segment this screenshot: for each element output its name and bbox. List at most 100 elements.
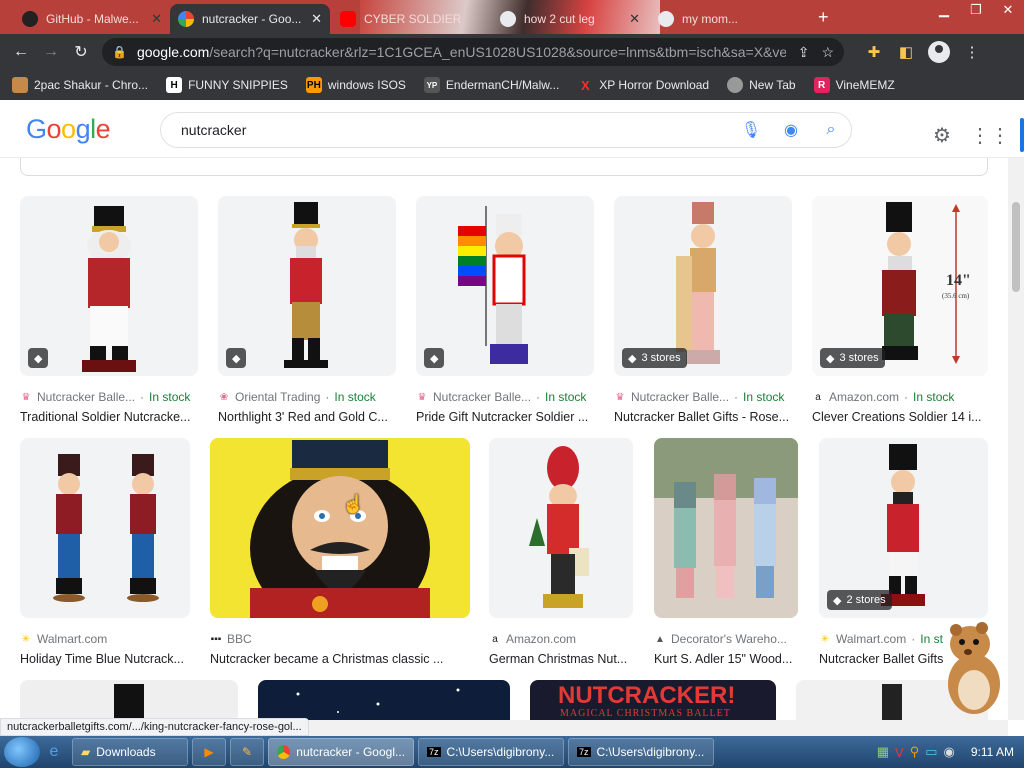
result-title[interactable]: Pride Gift Nutcracker Soldier ... — [416, 410, 594, 424]
bookmark-windows-isos[interactable]: PH windows ISOS — [305, 77, 406, 93]
bookmark-star-icon[interactable]: ☆ — [821, 44, 834, 61]
result-source[interactable]: ❀ Oriental Trading · In stock — [218, 390, 396, 404]
result-source[interactable]: ✳ Walmart.com — [20, 632, 190, 646]
bookmark-label: EndermanCH/Malw... — [445, 78, 560, 92]
h-icon: H — [166, 77, 183, 93]
address-bar[interactable]: 🔒 google.com/search?q=nutcracker&rlz=1C1… — [102, 38, 844, 66]
vertical-scrollbar[interactable] — [1008, 158, 1024, 720]
close-tab-icon[interactable]: ✕ — [623, 11, 640, 27]
result-source[interactable]: ▪▪▪ BBC — [210, 632, 470, 646]
url-text[interactable]: google.com/search?q=nutcracker&rlz=1C1GC… — [137, 44, 786, 60]
result-thumbnail[interactable]: ◆ 2 stores — [819, 438, 988, 618]
minimize-icon[interactable]: ▁ — [932, 2, 956, 18]
result-source[interactable]: a Amazon.com — [489, 632, 633, 646]
taskbar-label: C:\Users\digibrony... — [596, 745, 705, 759]
reload-icon[interactable]: ↻ — [66, 42, 96, 62]
side-panel-icon[interactable]: ◧ — [890, 43, 922, 61]
bookmark-funny-snippies[interactable]: H FUNNY SNIPPIES — [166, 77, 288, 93]
camera-lens-icon[interactable]: ◉ — [771, 120, 811, 140]
bookmark-xp-horror[interactable]: X XP Horror Download — [577, 77, 709, 93]
scrollbar-thumb[interactable] — [1012, 202, 1020, 292]
apps-grid-icon[interactable]: ⋮⋮ — [966, 123, 1014, 148]
tab-cyber-soldier[interactable]: CYBER SOLDIER — [332, 4, 490, 34]
result-title[interactable]: Traditional Soldier Nutcracke... — [20, 410, 198, 424]
tray-volume-icon[interactable]: ◉ — [944, 744, 955, 760]
shopping-tag-icon: ◆ — [226, 348, 247, 368]
ie-icon[interactable]: e — [40, 743, 68, 761]
result-title[interactable]: German Christmas Nut... — [489, 652, 633, 666]
site-favicon-icon: ♛ — [21, 391, 31, 403]
result-source[interactable]: a Amazon.com · In stock — [812, 390, 988, 404]
result-thumbnail[interactable]: 14" (35.6 cm) ◆ 3 stores — [812, 196, 988, 376]
bookmark-2pac[interactable]: 2pac Shakur - Chro... — [12, 77, 148, 93]
sign-in-button-edge[interactable] — [1020, 118, 1024, 152]
extensions-icon[interactable]: ✚ — [858, 43, 890, 61]
shopping-tag-icon: ◆ 3 stores — [820, 348, 885, 368]
new-tab-icon[interactable]: + — [818, 7, 829, 28]
taskbar-7zip-2[interactable]: 7z C:\Users\digibrony... — [568, 738, 714, 766]
taskbar-paint[interactable]: ✎ — [230, 738, 264, 766]
taskbar-chrome[interactable]: nutcracker - Googl... — [268, 738, 414, 766]
image-result-partial[interactable] — [258, 680, 510, 720]
close-tab-icon[interactable]: ✕ — [145, 11, 162, 27]
maximize-icon[interactable]: ❐ — [964, 2, 988, 18]
result-source[interactable]: ♛ Nutcracker Balle... · In stock — [416, 390, 594, 404]
hand-cursor-icon: ☝ — [342, 494, 365, 514]
taskbar-label: Downloads — [96, 745, 156, 759]
result-title[interactable]: Clever Creations Soldier 14 i... — [812, 410, 988, 424]
result-title[interactable]: Nutcracker became a Christmas classic ..… — [210, 652, 470, 666]
google-icon — [178, 11, 194, 27]
lock-icon[interactable]: 🔒 — [112, 45, 127, 59]
settings-gear-icon[interactable]: ⚙ — [918, 123, 966, 148]
bookmark-new-tab[interactable]: New Tab — [727, 77, 796, 93]
result-title[interactable]: Northlight 3' Red and Gold C... — [218, 410, 396, 424]
search-box[interactable]: 🎙 ◉ ⌕ — [160, 112, 852, 148]
result-thumbnail[interactable] — [20, 438, 190, 618]
taskbar-7zip-1[interactable]: 7z C:\Users\digibrony... — [418, 738, 564, 766]
result-thumbnail[interactable]: ◆ 3 stores — [614, 196, 792, 376]
taskbar-downloads[interactable]: ▰ Downloads — [72, 738, 188, 766]
bookmark-vinememz[interactable]: R VineMEMZ — [813, 77, 895, 93]
result-title[interactable]: Kurt S. Adler 15" Wood... — [654, 652, 798, 666]
result-thumbnail[interactable] — [654, 438, 798, 618]
tray-search-icon[interactable]: ⚲ — [910, 744, 920, 760]
result-source[interactable]: ▲ Decorator's Wareho... — [654, 632, 798, 646]
search-icon[interactable]: ⌕ — [811, 121, 851, 139]
result-thumbnail[interactable]: ◆ — [218, 196, 396, 376]
ph-icon: PH — [305, 77, 322, 93]
result-thumbnail[interactable] — [489, 438, 633, 618]
r-icon: R — [813, 77, 830, 93]
tab-github[interactable]: GitHub - Malwe... ✕ — [14, 4, 170, 34]
forward-icon[interactable]: → — [36, 43, 66, 61]
menu-kebab-icon[interactable]: ⋮ — [956, 43, 988, 61]
image-result-partial[interactable]: NUTCRACKER! MAGICAL CHRISTMAS BALLET — [530, 680, 776, 720]
close-window-icon[interactable]: ✕ — [996, 2, 1020, 18]
result-title[interactable]: Holiday Time Blue Nutcrack... — [20, 652, 190, 666]
tab-search-3[interactable]: my mom... — [650, 4, 814, 34]
result-title[interactable]: Nutcracker Ballet Gifts - Rose... — [614, 410, 792, 424]
microphone-icon[interactable]: 🎙 — [731, 120, 771, 140]
result-source[interactable]: ♛ Nutcracker Balle... · In stock — [614, 390, 792, 404]
clock[interactable]: 9:11 AM — [971, 745, 1014, 759]
result-thumbnail[interactable] — [210, 438, 470, 618]
taskbar-media-player[interactable]: ▶ — [192, 738, 226, 766]
tray-app-icon[interactable]: ▦ — [877, 744, 889, 760]
back-icon[interactable]: ← — [6, 43, 36, 61]
close-tab-icon[interactable]: ✕ — [305, 11, 322, 27]
result-thumbnail[interactable]: ◆ — [416, 196, 594, 376]
tab-search-2[interactable]: how 2 cut leg ✕ — [492, 4, 648, 34]
search-input[interactable] — [181, 122, 731, 138]
profile-avatar[interactable] — [928, 41, 950, 63]
tray-v-icon[interactable]: V — [895, 745, 904, 760]
desktop-pet-hamster[interactable] — [940, 618, 1008, 718]
share-icon[interactable]: ⇪ — [798, 44, 810, 61]
bookmark-endermanch[interactable]: YP EndermanCH/Malw... — [423, 77, 560, 93]
result-thumbnail[interactable]: ◆ — [20, 196, 198, 376]
image-result-partial[interactable] — [20, 680, 238, 720]
result-source[interactable]: ♛ Nutcracker Balle... · In stock — [20, 390, 198, 404]
tab-nutcracker-search[interactable]: nutcracker - Goo... ✕ — [170, 4, 330, 34]
start-orb-icon[interactable] — [4, 737, 40, 767]
google-logo[interactable]: Google — [26, 114, 111, 145]
folder-icon: ▰ — [81, 745, 91, 759]
tray-network-icon[interactable]: ▭ — [925, 744, 937, 760]
